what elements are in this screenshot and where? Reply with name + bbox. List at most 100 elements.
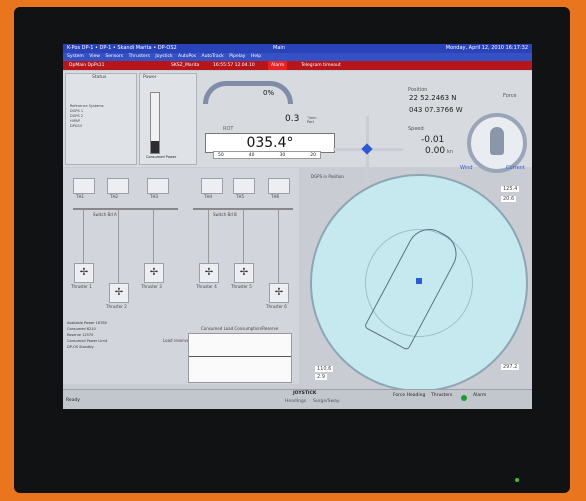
alarm-button[interactable]: Alarm [473,393,486,398]
info-value-2: 6210 [86,327,96,331]
thruster-th6[interactable] [268,178,290,194]
rot-label: ROT [223,126,234,132]
mode-sub-surge: Surge/Sway [313,399,340,404]
mode-joystick-button[interactable]: JOYSTICK [293,391,316,396]
menu-thrusters[interactable]: Thrusters [129,54,150,59]
alarm-label[interactable]: Alarm [268,61,288,70]
feeder-line [153,210,154,265]
mode-sub-headings: Headings [285,399,307,404]
thruster-overview: TH1 TH2 TH3 TH4 TH5 TH6 Switch Bd A Swit… [63,168,299,384]
window-titlebar: K-Pos DP-1 • DP-1 • Skandi Marita • DP-O… [63,44,532,53]
power-bar [150,92,160,154]
thruster-th4[interactable] [201,178,223,194]
thruster-th3[interactable] [147,178,169,194]
status-ready: Ready [66,398,80,403]
wind-label: Wind [460,165,473,171]
thruster-th3-label: TH3 [150,194,158,199]
thruster-th5-label: TH5 [236,194,244,199]
info-value-1: 18780 [95,321,107,325]
toolbar-timestamp: 16:55:57 12.04.10 [213,63,255,68]
current-label: Current [506,165,525,171]
scale-50: 50 [218,153,224,158]
window-datetime: Monday, April 12, 2010 16:17:32 [445,45,528,51]
scale-40: 40 [248,153,255,158]
bus-a-label: Switch Bd A [93,212,117,217]
thruster-th2[interactable] [107,178,129,194]
load-graph [188,333,292,383]
status-bar: Ready JOYSTICK Headings Surge/Sway Force… [63,389,532,409]
feeder-line [118,210,119,285]
thrusters-button[interactable]: Thrusters [431,393,452,398]
menu-help[interactable]: Help [251,54,261,59]
force-title: Force [503,93,517,99]
menu-bar: System View Sensors Thrusters Joystick A… [63,53,532,61]
rate-arc [203,81,293,104]
radar-value-2: 20.6 [501,196,517,202]
info-line-2: Consumed [67,327,86,331]
feeder-line [208,210,209,265]
graph-title: Consumed Load Consumption/Reserve [201,326,279,331]
fan-label-5: Thruster 5 [231,284,252,289]
scale-20: 20 [310,153,316,158]
thruster-th6-label: TH6 [271,194,279,199]
session-name[interactable]: DpMain DpPs11 [69,61,105,70]
rot-value: 0.3 [285,114,300,124]
position-plot[interactable] [310,174,528,392]
bus-b-label: Switch Bd B [213,212,237,217]
info-line-5: DP-OS Standby [67,345,94,349]
menu-sensors[interactable]: Sensors [105,54,123,59]
thruster-th4-label: TH4 [204,194,212,199]
scale-30: 30 [279,153,286,158]
menu-view[interactable]: View [89,54,100,59]
menu-pipelay[interactable]: Pipelay [229,54,245,59]
status-led-icon [461,395,467,401]
fan-icon[interactable]: ✢ [234,263,254,283]
fan-label-4: Thruster 4 [196,284,217,289]
radar-value-3: 297.2 [501,364,520,370]
force-heading-button[interactable]: Force Heading [393,393,425,398]
fan-icon[interactable]: ✢ [144,263,164,283]
latitude: 22 52.2463 N [409,94,457,102]
speed-unit: kn [447,149,454,155]
dp-screen: K-Pos DP-1 • DP-1 • Skandi Marita • DP-O… [63,44,532,409]
alarm-toolbar: DpMain DpPs11 SKSZ_Marita 16:55:57 12.04… [63,61,532,70]
fan-icon[interactable]: ✢ [199,263,219,283]
graph-label: Load reserve [163,338,189,343]
menu-system[interactable]: System [67,54,84,59]
speed-x: -0.01 [421,135,445,145]
fan-icon[interactable]: ✢ [109,283,129,303]
fan-icon[interactable]: ✢ [269,283,289,303]
position-label: Position [408,87,428,93]
longitude: 043 07.3766 W [409,106,463,114]
position-marker-icon [416,278,422,284]
fan-icon[interactable]: ✢ [74,263,94,283]
fan-label-6: Thruster 6 [266,304,287,309]
menu-autotrack[interactable]: AutoTrack [202,54,224,59]
feeder-line [83,210,84,265]
thruster-th1[interactable] [73,178,95,194]
status-title: Status [92,75,107,80]
thruster-th5[interactable] [233,178,255,194]
radar-title: DGPS in Position [311,174,344,179]
top-panels: Status Reference Systems DGPS 1 DGPS 2 H… [63,71,532,186]
alarm-text: Telegram timeout [301,63,341,68]
power-panel: Power Consumed Power [139,73,197,165]
status-panel: Status Reference Systems DGPS 1 DGPS 2 H… [65,73,137,165]
force-compass [467,113,527,173]
sensor-dgps3: DPGS3 [70,124,82,128]
ship-icon [490,127,504,155]
consumed-power-label: Consumed Power [146,155,177,159]
info-value-3: 12570 [82,333,94,337]
vessel-name: SKSZ_Marita [171,63,200,68]
fan-label-1: Thruster 1 [71,284,92,289]
heading-value: 035.4 [246,135,287,151]
menu-joystick[interactable]: Joystick [155,54,172,59]
rot-unit: °/min Port [307,116,317,124]
bus-a-line [73,208,178,210]
window-center-title: Main [273,45,285,51]
thruster-th2-label: TH2 [110,194,118,199]
menu-autopos[interactable]: AutoPos [178,54,196,59]
heading-readout: 035.4° [205,133,335,153]
feeder-line [278,210,279,285]
heading-scale: 50 40 30 20 [213,151,321,159]
